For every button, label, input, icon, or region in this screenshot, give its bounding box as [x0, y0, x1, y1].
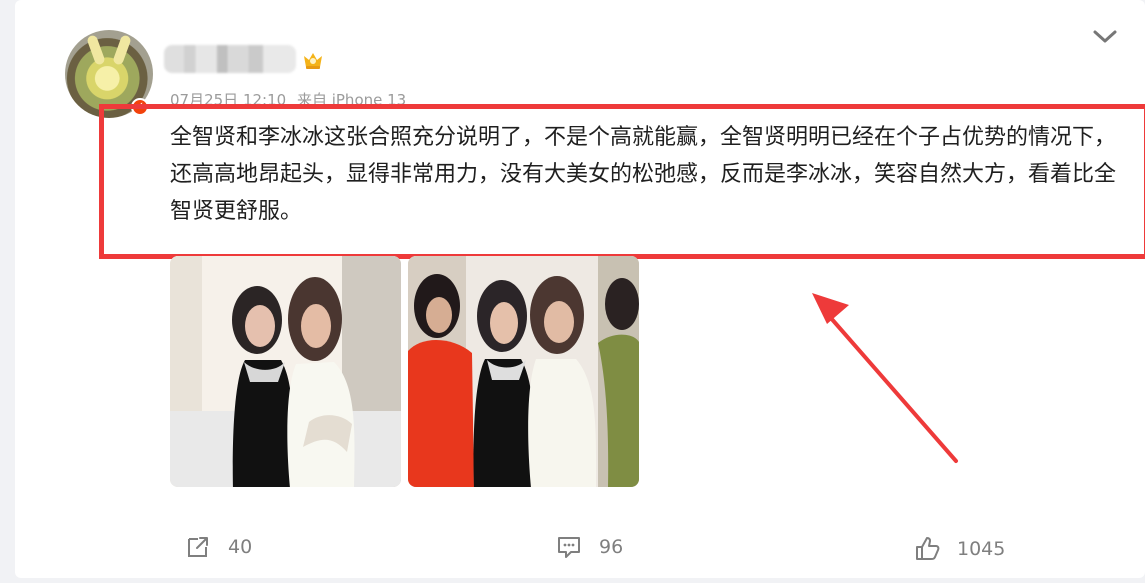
red-arrow-icon [812, 293, 958, 463]
like-count: 1045 [957, 538, 1006, 560]
comment-icon [558, 537, 580, 558]
photo-1-illustration [170, 256, 401, 487]
comment-count: 96 [599, 536, 624, 558]
chevron-down-icon[interactable] [1091, 24, 1119, 48]
post-meta: 07月25日 12:10 来自 iPhone 13 [170, 89, 500, 110]
post-date[interactable]: 07月25日 12:10 [170, 91, 286, 109]
blurred-username[interactable] [164, 45, 296, 73]
thumb-up-icon [916, 537, 940, 560]
verified-badge-icon: ✓ [131, 98, 149, 116]
weibo-post-card: ✓ 07月25日 12:10 来自 iPhone 13 全智贤和李冰冰这张合照充… [15, 0, 1145, 578]
share-action[interactable]: 40 [184, 532, 252, 562]
post-source: 来自 iPhone 13 [296, 91, 407, 109]
post-text: 全智贤和李冰冰这张合照充分说明了，不是个高就能赢，全智贤明明已经在个子占优势的情… [170, 125, 1117, 224]
photo-1[interactable] [170, 256, 401, 487]
like-action[interactable]: 1045 [913, 534, 1005, 564]
share-icon [188, 537, 208, 557]
photo-2[interactable] [408, 256, 639, 487]
comment-action[interactable]: 96 [555, 532, 623, 562]
share-count: 40 [228, 536, 253, 558]
vip-crown-icon [304, 53, 322, 69]
photo-2-illustration [408, 256, 639, 487]
